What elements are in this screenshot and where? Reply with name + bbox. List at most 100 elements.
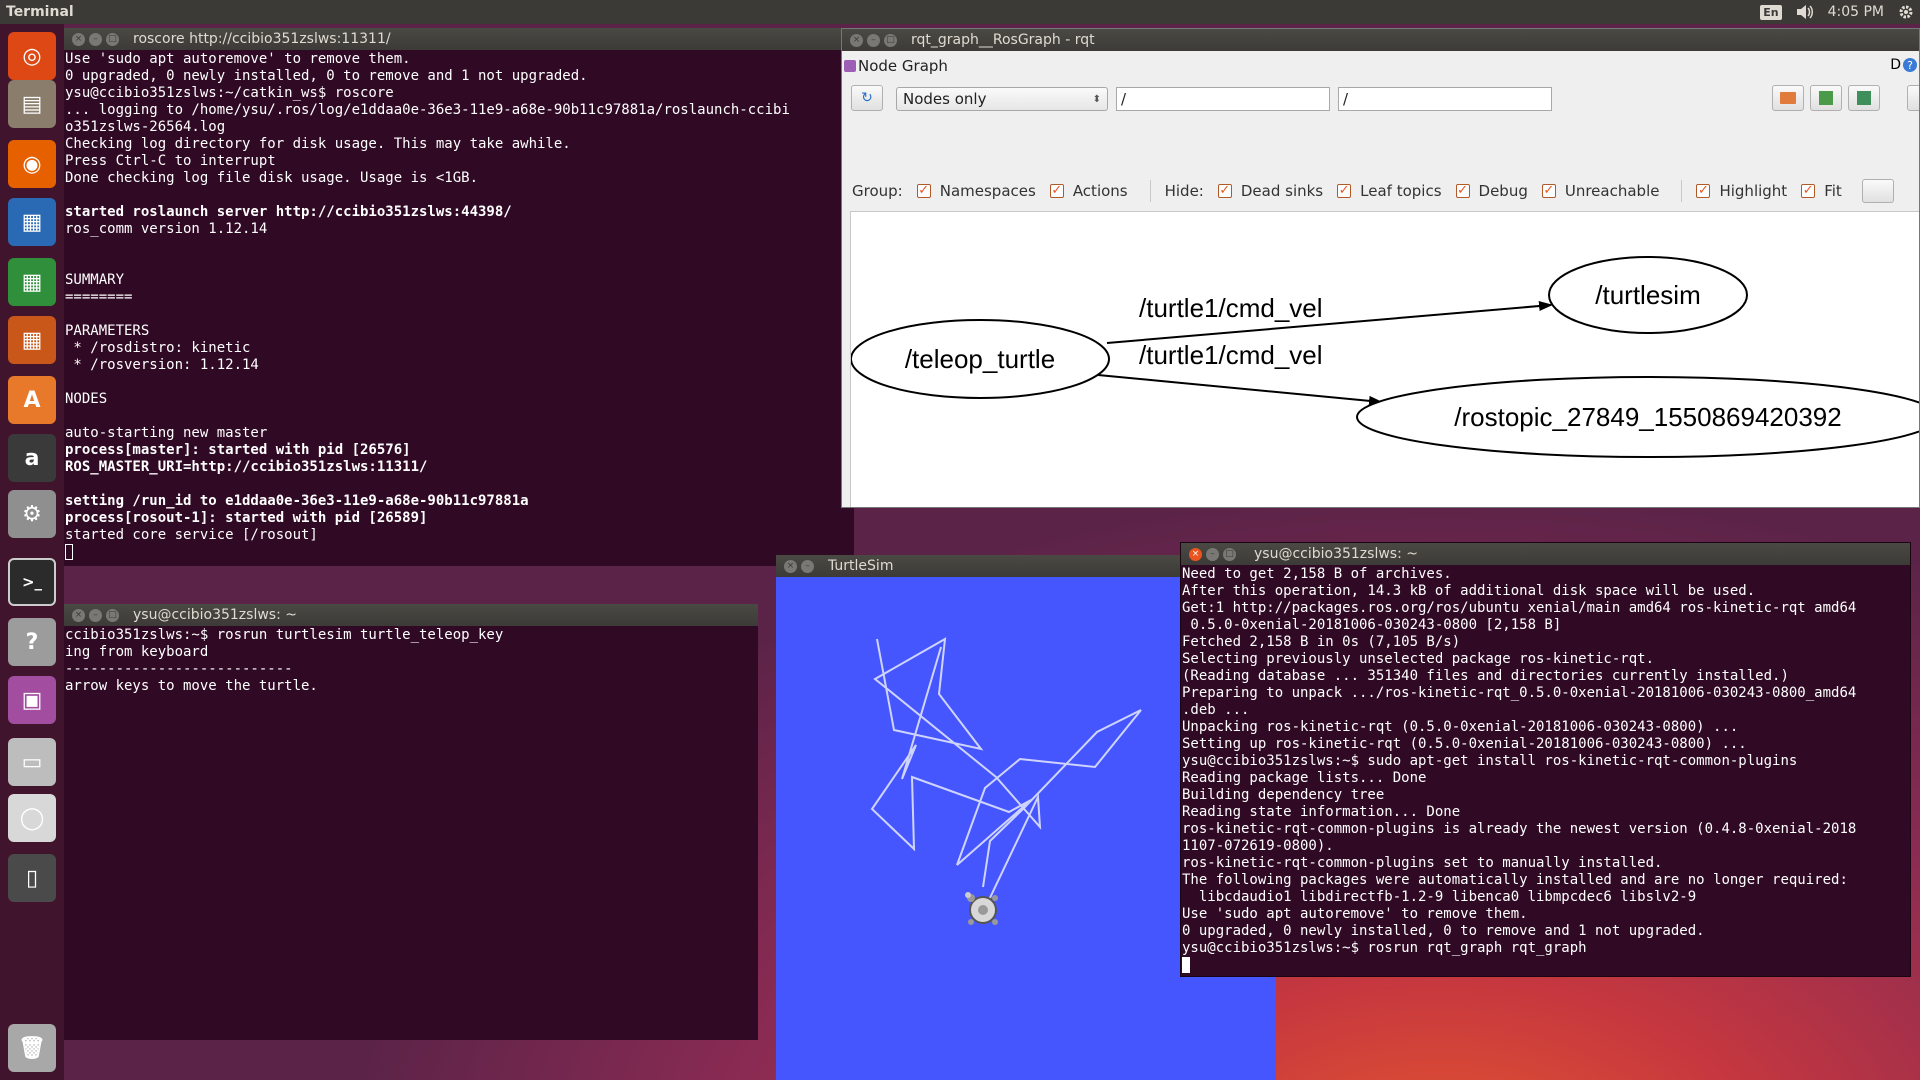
unreachable-checkbox[interactable]: ✓ Unreachable <box>1541 182 1660 200</box>
topic-filter-input[interactable]: / <box>1338 87 1552 111</box>
terminal-line: Get:1 http://packages.ros.org/ros/ubuntu… <box>1182 600 1857 616</box>
window-title: ysu@ccibio351zslws: ~ <box>1254 546 1418 562</box>
impress-icon[interactable]: ▦ <box>8 316 56 364</box>
roscore-terminal-window[interactable]: × – □ roscore http://ccibio351zslws:1131… <box>64 28 854 566</box>
node-filter-input[interactable]: / <box>1116 87 1330 111</box>
terminal-prompt-line <box>1182 957 1909 974</box>
system-settings-icon[interactable]: ⚙ <box>8 490 56 538</box>
help-icon[interactable]: ? <box>8 618 56 666</box>
view-mode-select[interactable]: Nodes only ⬍ <box>896 87 1108 111</box>
terminal-line: ros-kinetic-rqt-common-plugins set to ma… <box>1182 855 1663 871</box>
group-label: Group: <box>852 182 903 200</box>
device-icon[interactable]: ▯ <box>8 854 56 902</box>
minimize-icon[interactable]: – <box>89 608 102 622</box>
files-icon[interactable]: ▤ <box>8 80 56 128</box>
software-center-icon[interactable]: A <box>8 376 56 424</box>
node-teleop-label[interactable]: /teleop_turtle <box>905 344 1055 374</box>
separator <box>1681 180 1683 202</box>
close-icon[interactable]: × <box>784 559 797 573</box>
apt-titlebar[interactable]: × – □ ysu@ccibio351zslws: ~ <box>1181 543 1910 565</box>
terminal-line: libcdaudio1 libdirectfb-1.2-9 libenca0 l… <box>1182 889 1697 905</box>
workspaces-icon[interactable]: ▣ <box>8 676 56 724</box>
dvd-icon[interactable]: ◯ <box>8 794 56 842</box>
refresh-button[interactable]: ↻ <box>851 85 883 111</box>
minimize-icon[interactable]: – <box>89 32 102 46</box>
save-dot-button[interactable] <box>1810 85 1842 111</box>
writer-icon[interactable]: ▦ <box>8 198 56 246</box>
roscore-terminal-output[interactable]: Use 'sudo apt autoremove' to remove them… <box>64 50 854 566</box>
drive-icon[interactable]: ▭ <box>8 738 56 786</box>
terminal-line: process[rosout-1]: started with pid [265… <box>65 510 428 526</box>
namespaces-label: Namespaces <box>939 182 1036 200</box>
trash-icon[interactable]: 🗑 <box>8 1024 56 1072</box>
minimize-icon[interactable]: – <box>867 33 880 47</box>
roscore-titlebar[interactable]: × – □ roscore http://ccibio351zslws:1131… <box>64 28 854 50</box>
rqt-titlebar[interactable]: × – □ rqt_graph__RosGraph - rqt <box>842 29 1919 51</box>
ubuntu-dash-icon[interactable]: ◎ <box>8 32 56 80</box>
system-gear-icon[interactable] <box>1898 4 1914 20</box>
calc-icon[interactable]: ▦ <box>8 258 56 306</box>
close-icon[interactable]: × <box>72 32 85 46</box>
graph-canvas[interactable]: /teleop_turtle /turtlesim /rostopic_2784… <box>850 211 1919 507</box>
close-icon[interactable]: × <box>1189 547 1202 561</box>
apt-terminal-output[interactable]: Need to get 2,158 B of archives. After th… <box>1181 565 1910 976</box>
maximize-icon[interactable]: □ <box>106 32 119 46</box>
keyboard-indicator[interactable]: En <box>1760 4 1782 20</box>
load-dot-button[interactable] <box>1772 85 1804 111</box>
terminal-line: arrow keys to move the turtle. <box>65 678 318 694</box>
clock[interactable]: 4:05 PM <box>1828 4 1884 20</box>
terminal-line: Preparing to unpack .../ros-kinetic-rqt_… <box>1182 685 1857 701</box>
minimize-icon[interactable]: – <box>1206 547 1219 561</box>
keyboard-layout-label: En <box>1760 4 1782 20</box>
terminal-line: o351zslws-26564.log <box>65 119 226 135</box>
fit-in-view-button[interactable] <box>1861 179 1894 203</box>
fit-checkbox[interactable]: ✓ Fit <box>1801 182 1842 200</box>
unreachable-label: Unreachable <box>1564 182 1660 200</box>
apt-terminal-window[interactable]: × – □ ysu@ccibio351zslws: ~ Need to get … <box>1180 542 1911 977</box>
plugin-header: Node Graph <box>844 57 948 75</box>
fit-label: Fit <box>1824 182 1842 200</box>
highlight-checkbox[interactable]: ✓ Highlight <box>1696 182 1787 200</box>
actions-checkbox[interactable]: ✓ Actions <box>1049 182 1128 200</box>
help-icon[interactable]: ? <box>1903 58 1917 72</box>
maximize-icon[interactable]: □ <box>1223 547 1236 561</box>
namespaces-checkbox[interactable]: ✓ Namespaces <box>916 182 1036 200</box>
separator <box>1149 180 1151 202</box>
node-turtlesim-label[interactable]: /turtlesim <box>1595 280 1700 310</box>
teleop-terminal-output[interactable]: ccibio351zslws:~$ rosrun turtlesim turtl… <box>64 626 758 1040</box>
leaf-topics-checkbox[interactable]: ✓ Leaf topics <box>1337 182 1442 200</box>
plugin-tools-label[interactable]: D <box>1890 57 1901 73</box>
volume-icon[interactable] <box>1796 4 1814 20</box>
maximize-icon[interactable]: □ <box>106 608 119 622</box>
hide-label: Hide: <box>1164 182 1204 200</box>
unity-launcher: ◎ ▤ ◉ ▦ ▦ ▦ Aa ⚙ >_? ▣ ▭ ◯ ▯ 🗑 <box>0 24 64 1080</box>
terminal-icon[interactable]: >_ <box>8 558 56 606</box>
teleop-terminal-window[interactable]: × – □ ysu@ccibio351zslws: ~ ccibio351zsl… <box>64 604 758 1040</box>
close-icon[interactable]: × <box>850 33 863 47</box>
rqt-graph-window[interactable]: × – □ rqt_graph__RosGraph - rqt Node Gra… <box>841 28 1920 508</box>
dead-sinks-checkbox[interactable]: ✓ Dead sinks <box>1217 182 1323 200</box>
window-title: ysu@ccibio351zslws: ~ <box>133 607 297 623</box>
firefox-icon[interactable]: ◉ <box>8 140 56 188</box>
plugin-title: Node Graph <box>858 57 948 75</box>
close-icon[interactable]: × <box>72 608 85 622</box>
terminal-line: * /rosdistro: kinetic <box>65 340 251 356</box>
terminal-line: --------------------------- <box>65 661 293 677</box>
turtle-trail-2 <box>870 646 1142 888</box>
debug-checkbox[interactable]: ✓ Debug <box>1455 182 1528 200</box>
teleop-titlebar[interactable]: × – □ ysu@ccibio351zslws: ~ <box>64 604 758 626</box>
checkmark-icon: ✓ <box>916 183 931 198</box>
amazon-icon[interactable]: a <box>8 434 56 482</box>
terminal-line: Setting up ros-kinetic-rqt (0.5.0-0xenia… <box>1182 736 1747 752</box>
terminal-line: * /rosversion: 1.12.14 <box>65 357 259 373</box>
save-svg-button[interactable] <box>1848 85 1880 111</box>
save-image-button[interactable] <box>1907 85 1919 111</box>
node-rostopic-label[interactable]: /rostopic_27849_1550869420392 <box>1454 402 1841 432</box>
minimize-icon[interactable]: – <box>801 559 814 573</box>
active-app-title: Terminal <box>6 4 74 20</box>
window-title: roscore http://ccibio351zslws:11311/ <box>133 31 391 47</box>
save-image-icon <box>1857 91 1871 105</box>
maximize-icon[interactable]: □ <box>884 33 897 47</box>
